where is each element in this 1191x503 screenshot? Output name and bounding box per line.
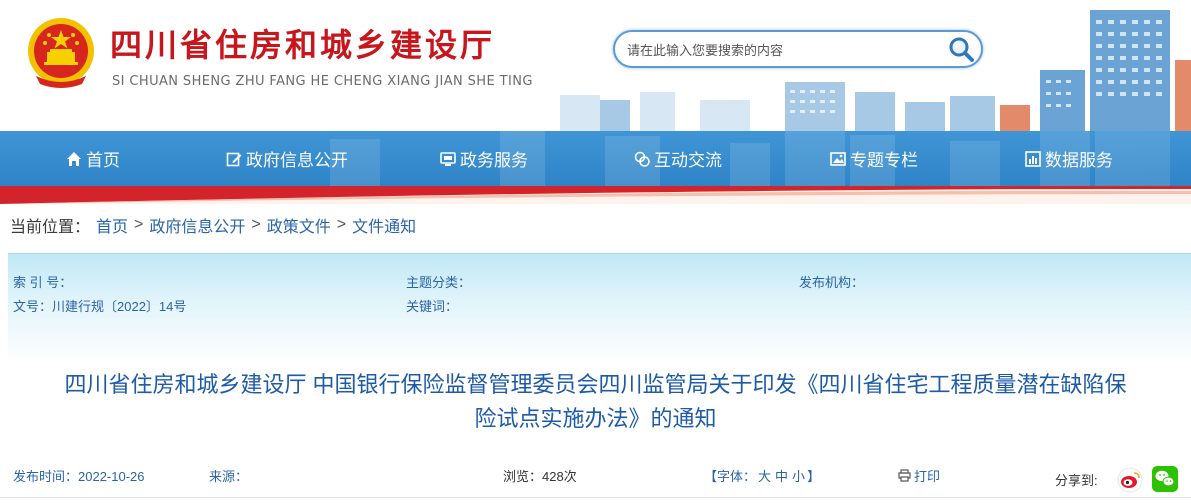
- search-input[interactable]: [627, 40, 947, 60]
- breadcrumb-home[interactable]: 首页: [96, 213, 128, 237]
- meta-publisher-label: 发布机构：: [799, 275, 865, 290]
- article-title-line2: 险试点实施办法》的通知: [474, 406, 717, 431]
- home-icon: [67, 151, 81, 166]
- font-size-medium-button[interactable]: 中: [775, 469, 788, 484]
- nav-item-data-services[interactable]: 数据服务: [1025, 131, 1113, 186]
- nav-item-label: 数据服务: [1045, 151, 1113, 170]
- breadcrumb-file-notice[interactable]: 文件通知: [352, 213, 416, 237]
- search-box: [613, 30, 983, 68]
- meta-topic-label: 主题分类：: [406, 275, 472, 290]
- printer-icon: [898, 469, 911, 482]
- view-count: 浏览：428次: [503, 466, 577, 485]
- meta-index: 索 引 号：: [13, 272, 72, 291]
- article-title-line1: 四川省住房和城乡建设厅 中国银行保险监督管理委员会四川监管局关于印发《四川省住宅…: [64, 372, 1127, 397]
- breadcrumb-gov-info[interactable]: 政府信息公开: [149, 213, 245, 237]
- publish-time-value: 2022-10-26: [78, 469, 145, 484]
- breadcrumb-separator: >: [134, 216, 144, 233]
- nav-item-topics[interactable]: 专题专栏: [830, 131, 918, 186]
- meta-keywords-label: 关键词：: [406, 299, 459, 314]
- wechat-icon[interactable]: [1152, 466, 1178, 492]
- breadcrumb-policy-docs[interactable]: 政策文件: [267, 213, 331, 237]
- font-size-label: 【字体：: [704, 469, 757, 484]
- nav-item-label: 首页: [86, 151, 120, 170]
- nav-skyline-decoration: [330, 131, 1170, 186]
- meta-doc-no-value: 川建行规〔2022〕14号: [52, 299, 187, 314]
- font-size-small-button[interactable]: 小: [792, 469, 805, 484]
- nav-item-label: 政府信息公开: [246, 151, 348, 170]
- chat-icon: [634, 151, 650, 167]
- font-size-large-button[interactable]: 大: [758, 469, 771, 484]
- source-label: 来源：: [209, 469, 249, 484]
- source: 来源：: [209, 466, 248, 485]
- meta-doc-no: 文号：川建行规〔2022〕14号: [13, 296, 186, 315]
- font-size-close: 】: [807, 469, 821, 484]
- site-header: 四川省住房和城乡建设厅 SI CHUAN SHENG ZHU FANG HE C…: [0, 0, 1191, 131]
- edit-icon: [226, 152, 242, 166]
- search-icon[interactable]: [947, 35, 975, 63]
- chart-icon: [1025, 150, 1041, 167]
- view-count-label: 浏览：: [503, 469, 543, 484]
- meta-topic: 主题分类：: [406, 272, 471, 291]
- nav-item-services[interactable]: 政务服务: [440, 131, 528, 186]
- nav-item-interaction[interactable]: 互动交流: [634, 131, 722, 186]
- print-label: 打印: [914, 469, 941, 484]
- font-size-control: 【字体：大中小】: [704, 466, 820, 485]
- nav-item-label: 互动交流: [654, 151, 722, 170]
- nav-ribbon-decoration: [0, 186, 1191, 204]
- nav-item-label: 专题专栏: [850, 151, 918, 170]
- site-subtitle: SI CHUAN SHENG ZHU FANG HE CHENG XIANG J…: [112, 74, 533, 89]
- publish-time-label: 发布时间：: [13, 469, 79, 484]
- breadcrumb-separator: >: [336, 216, 347, 233]
- nav-item-home[interactable]: 首页: [66, 131, 120, 186]
- meta-doc-no-label: 文号：: [13, 299, 53, 314]
- breadcrumb-separator: >: [251, 216, 261, 233]
- breadcrumb: 当前位置： 首页 > 政府信息公开 > 政策文件 > 文件通知: [10, 213, 416, 237]
- weibo-icon[interactable]: [1117, 467, 1143, 493]
- article-title: 四川省住房和城乡建设厅 中国银行保险监督管理委员会四川监管局关于印发《四川省住宅…: [10, 368, 1181, 436]
- site-title: 四川省住房和城乡建设厅: [110, 26, 496, 64]
- breadcrumb-prefix: 当前位置：: [10, 219, 91, 236]
- monitor-icon: [440, 151, 456, 166]
- nav-item-label: 政务服务: [460, 151, 528, 170]
- national-emblem-icon: [28, 18, 94, 88]
- document-meta-panel: 索 引 号： 主题分类： 发布机构： 文号：川建行规〔2022〕14号 关键词：: [8, 253, 1191, 363]
- divider: [0, 497, 1191, 498]
- view-count-value: 428次: [542, 469, 577, 484]
- meta-index-label: 索 引 号：: [13, 275, 73, 290]
- meta-keywords: 关键词：: [406, 296, 458, 315]
- nav-item-gov-info[interactable]: 政府信息公开: [226, 131, 348, 186]
- share-label: 分享到:: [1055, 473, 1098, 488]
- main-nav: 首页 政府信息公开 政务服务 互动交流 专题专栏 数据服务: [0, 131, 1191, 186]
- print-button[interactable]: 打印: [898, 466, 940, 485]
- meta-publisher: 发布机构：: [799, 272, 864, 291]
- publish-time: 发布时间：2022-10-26: [13, 466, 145, 485]
- image-icon: [830, 151, 846, 166]
